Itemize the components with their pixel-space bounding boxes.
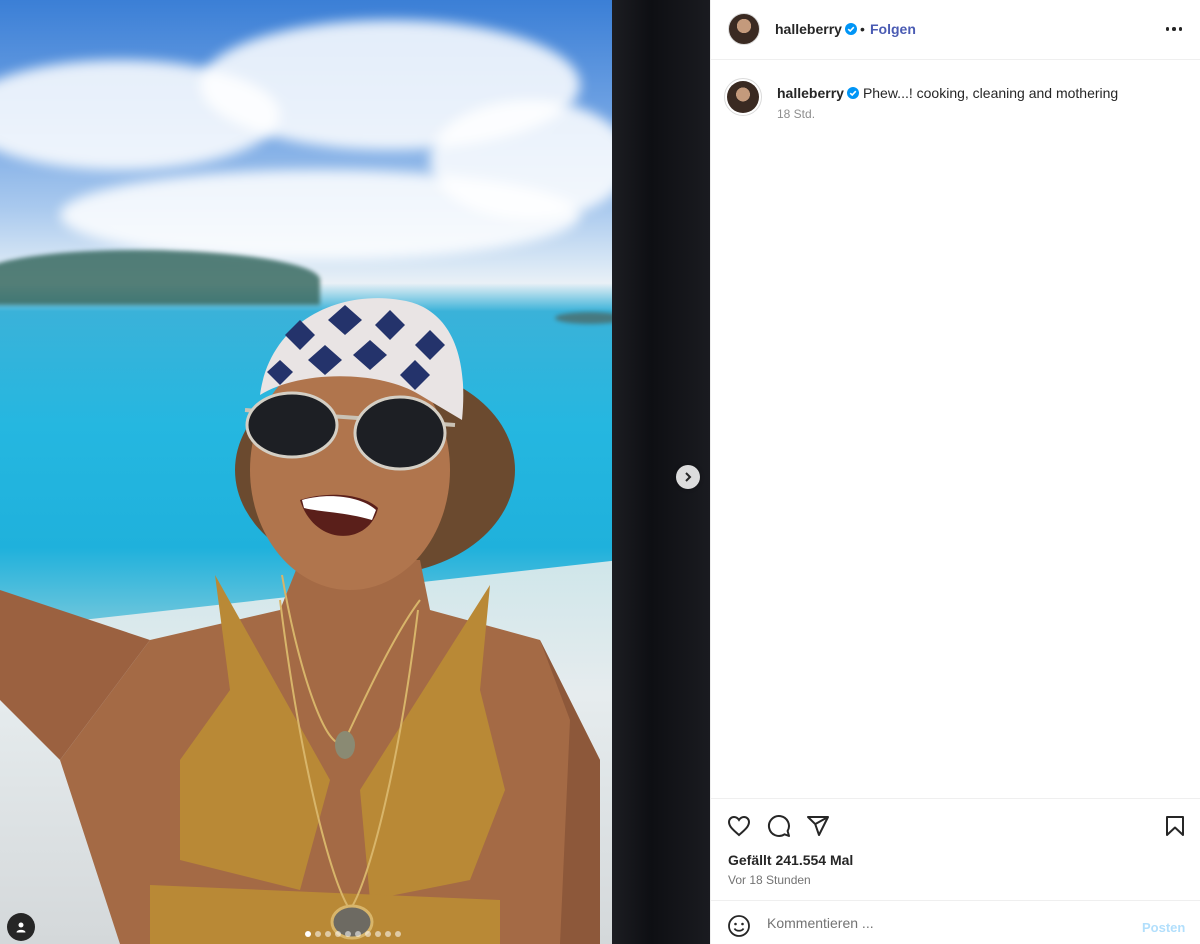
caption: halleberry Phew...! cooking, cleaning an… [777,84,1177,102]
verified-badge-icon [846,87,859,99]
caption-text: Phew...! cooking, cleaning and mothering [862,85,1119,101]
carousel-dot [365,931,371,937]
caption-username[interactable]: halleberry [777,85,844,101]
chevron-right-icon [685,472,692,482]
share-button[interactable] [805,813,831,839]
photo-person [0,298,600,944]
carousel-dot [345,931,351,937]
action-bar: Gefällt 241.554 Mal Vor 18 Stunden [711,798,1200,900]
verified-badge-icon [844,23,857,35]
save-button[interactable] [1162,813,1188,839]
send-icon [807,816,829,836]
tagged-users-button[interactable] [7,913,35,941]
username-text[interactable]: halleberry [775,21,842,37]
caption-avatar[interactable] [724,78,762,116]
post-comment-button[interactable]: Posten [1142,920,1185,935]
carousel-dot [315,931,321,937]
comment-icon [768,815,790,837]
comment-bar: Posten [711,900,1200,944]
heart-icon [727,815,751,837]
post-header: halleberry • Folgen [711,0,1200,60]
like-button[interactable] [726,813,752,839]
carousel-dot [325,931,331,937]
comment-input[interactable] [767,913,1127,933]
next-slide-button[interactable] [676,465,700,489]
more-horizontal-icon [1165,27,1170,31]
more-horizontal-icon [1172,27,1176,31]
carousel-dot [385,931,391,937]
bookmark-icon [1166,816,1184,836]
follow-button[interactable]: Folgen [870,21,916,37]
more-horizontal-icon [1178,27,1183,31]
carousel-dot [355,931,361,937]
avatar[interactable] [728,13,760,45]
more-options-button[interactable] [1161,18,1187,40]
post-media[interactable] [0,0,710,944]
carousel-indicator [305,931,401,937]
carousel-dot [305,931,311,937]
comment-button[interactable] [766,813,792,839]
post-side-panel: halleberry • Folgen halleberry Phew...! … [710,0,1200,944]
emoji-icon[interactable] [727,914,751,938]
post-date[interactable]: Vor 18 Stunden [728,873,811,887]
carousel-dot [375,931,381,937]
user-tag-icon [16,922,26,933]
header-username[interactable]: halleberry [775,21,857,39]
separator-dot: • [860,21,865,37]
avatar-image [727,81,759,113]
carousel-dot [335,931,341,937]
caption-timestamp[interactable]: 18 Std. [777,107,815,121]
carousel-dot [395,931,401,937]
like-count[interactable]: Gefällt 241.554 Mal [728,852,853,868]
